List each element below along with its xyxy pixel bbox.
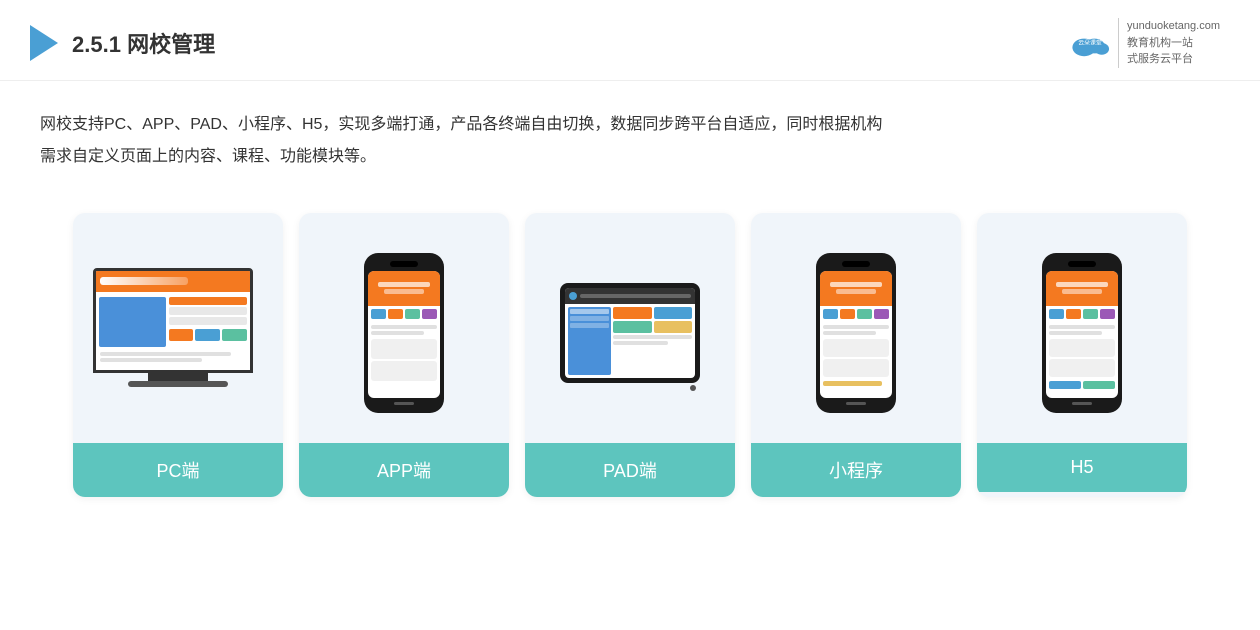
card-app-image xyxy=(299,213,509,443)
card-h5-image xyxy=(977,213,1187,443)
card-pc: PC端 xyxy=(73,213,283,497)
description-line2: 需求自定义页面上的内容、课程、功能模块等。 xyxy=(40,141,1220,173)
brand-logo: 云朵课堂 yunduoketang.com 教育机构一站 式服务云平台 xyxy=(1068,18,1220,68)
card-pc-image xyxy=(73,213,283,443)
card-miniapp-image xyxy=(751,213,961,443)
h5-phone-notch xyxy=(1068,261,1096,267)
pc-banner xyxy=(96,271,250,293)
card-app-label: APP端 xyxy=(299,443,509,497)
yunduoketang-logo-icon: 云朵课堂 xyxy=(1068,27,1112,59)
pc-screen xyxy=(93,268,253,373)
card-h5: H5 xyxy=(977,213,1187,497)
description-line1: 网校支持PC、APP、PAD、小程序、H5，实现多端打通，产品各终端自由切换，数… xyxy=(40,109,1220,141)
pc-stand xyxy=(148,373,208,381)
card-pc-label: PC端 xyxy=(73,443,283,497)
pc-device-mock xyxy=(93,268,263,398)
section-number: 2.5.1 xyxy=(72,32,121,57)
app-phone-mock xyxy=(364,253,444,413)
phone-home-button xyxy=(394,402,414,405)
pc-screen-content xyxy=(96,271,250,370)
phone-notch xyxy=(390,261,418,267)
card-app: APP端 xyxy=(299,213,509,497)
h5-phone-home xyxy=(1072,402,1092,405)
brand-url: yunduoketang.com xyxy=(1127,18,1220,35)
h5-phone-screen xyxy=(1046,271,1118,398)
description-block: 网校支持PC、APP、PAD、小程序、H5，实现多端打通，产品各终端自由切换，数… xyxy=(0,81,1260,183)
logo-triangle-icon xyxy=(30,25,58,61)
platform-cards: PC端 xyxy=(0,193,1260,517)
page-title: 2.5.1 网校管理 xyxy=(72,27,215,59)
phone-screen xyxy=(368,271,440,398)
brand-text: yunduoketang.com 教育机构一站 式服务云平台 xyxy=(1118,18,1220,68)
miniapp-phone-home xyxy=(846,402,866,405)
card-h5-label: H5 xyxy=(977,443,1187,492)
title-text: 网校管理 xyxy=(127,32,215,57)
h5-phone-mock xyxy=(1042,253,1122,413)
card-miniapp-label: 小程序 xyxy=(751,443,961,497)
miniapp-phone-mock xyxy=(816,253,896,413)
brand-tagline-1: 教育机构一站 xyxy=(1127,35,1193,52)
pc-base xyxy=(128,381,228,387)
page-header: 2.5.1 网校管理 云朵课堂 yunduoketang.com 教育机构一站 … xyxy=(0,0,1260,81)
header-left: 2.5.1 网校管理 xyxy=(30,25,215,61)
miniapp-phone-screen xyxy=(820,271,892,398)
card-pad-image xyxy=(525,213,735,443)
brand-tagline-2: 式服务云平台 xyxy=(1127,51,1193,68)
card-miniapp: 小程序 xyxy=(751,213,961,497)
pad-device-mock xyxy=(560,283,700,383)
miniapp-phone-notch xyxy=(842,261,870,267)
pad-screen xyxy=(565,288,695,378)
card-pad-label: PAD端 xyxy=(525,443,735,497)
card-pad: PAD端 xyxy=(525,213,735,497)
